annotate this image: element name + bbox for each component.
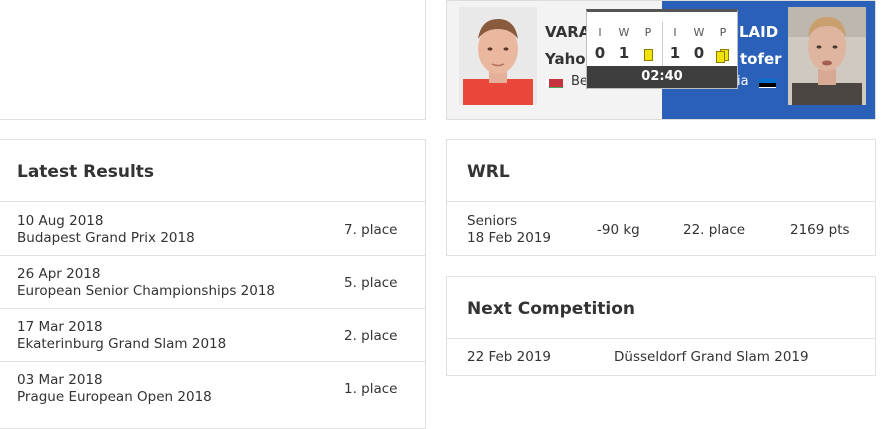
- result-event[interactable]: European Senior Championships 2018: [17, 283, 275, 299]
- sb-header-penalty-blue: P: [719, 26, 727, 39]
- wrl-place: 22. place: [683, 222, 746, 238]
- belarus-flag-icon: [546, 76, 563, 88]
- sb-header-waza-white: W: [618, 26, 630, 39]
- blue-athlete-nation: ia: [737, 74, 749, 89]
- white-athlete-last-name: VARA: [545, 23, 591, 41]
- divider: [447, 201, 875, 202]
- white-athlete-photo: [459, 7, 537, 105]
- result-place: 2. place: [344, 328, 398, 344]
- next-competition-name[interactable]: Düsseldorf Grand Slam 2019: [614, 349, 809, 365]
- latest-results-title: Latest Results: [17, 162, 155, 182]
- result-place: 5. place: [344, 275, 398, 291]
- divider: [0, 255, 425, 256]
- next-competition-date: 22 Feb 2019: [467, 349, 552, 365]
- empty-card: [0, 0, 426, 120]
- result-event[interactable]: Budapest Grand Prix 2018: [17, 230, 195, 246]
- white-penalty-card-icon: [644, 49, 653, 61]
- divider: [0, 201, 425, 202]
- result-date: 10 Aug 2018: [17, 213, 104, 229]
- result-date: 26 Apr 2018: [17, 266, 101, 282]
- blue-athlete-first-name: tofer: [740, 50, 782, 68]
- wrl-points: 2169 pts: [790, 222, 850, 238]
- blue-penalty-card-icon-2: [716, 51, 725, 63]
- wrl-title: WRL: [467, 162, 510, 182]
- white-ippon-score: 0: [594, 44, 606, 62]
- blue-athlete-photo: [788, 7, 866, 105]
- sb-header-ippon-white: I: [598, 26, 602, 39]
- divider: [0, 361, 425, 362]
- divider: [447, 338, 875, 339]
- result-event[interactable]: Prague European Open 2018: [17, 389, 212, 405]
- divider: [0, 308, 425, 309]
- result-event[interactable]: Ekaterinburg Grand Slam 2018: [17, 336, 226, 352]
- next-competition-title: Next Competition: [467, 299, 636, 319]
- wrl-card: WRL Seniors 18 Feb 2019 -90 kg 22. place…: [446, 139, 876, 256]
- sb-header-penalty-white: P: [644, 26, 652, 39]
- next-competition-card: Next Competition 22 Feb 2019 Düsseldorf …: [446, 276, 876, 376]
- scoreboard: I W P I W P 0 1 1 0 02:40: [586, 9, 738, 89]
- result-date: 17 Mar 2018: [17, 319, 103, 335]
- white-waza-score: 1: [618, 44, 630, 62]
- blue-athlete-last-name: LAID: [739, 23, 779, 41]
- blue-ippon-score: 1: [669, 44, 681, 62]
- wrl-category: Seniors: [467, 213, 518, 229]
- wrl-date: 18 Feb 2019: [467, 230, 552, 246]
- estonia-flag-icon: [759, 76, 776, 88]
- blue-waza-score: 0: [693, 44, 705, 62]
- result-date: 03 Mar 2018: [17, 372, 103, 388]
- sb-header-waza-blue: W: [693, 26, 705, 39]
- latest-results-card: Latest Results 10 Aug 2018 Budapest Gran…: [0, 139, 426, 429]
- result-place: 1. place: [344, 381, 398, 397]
- sb-header-ippon-blue: I: [673, 26, 677, 39]
- wrl-weight: -90 kg: [597, 222, 640, 238]
- scoreboard-divider: [662, 22, 663, 68]
- match-timer: 02:40: [587, 66, 737, 88]
- result-place: 7. place: [344, 222, 398, 238]
